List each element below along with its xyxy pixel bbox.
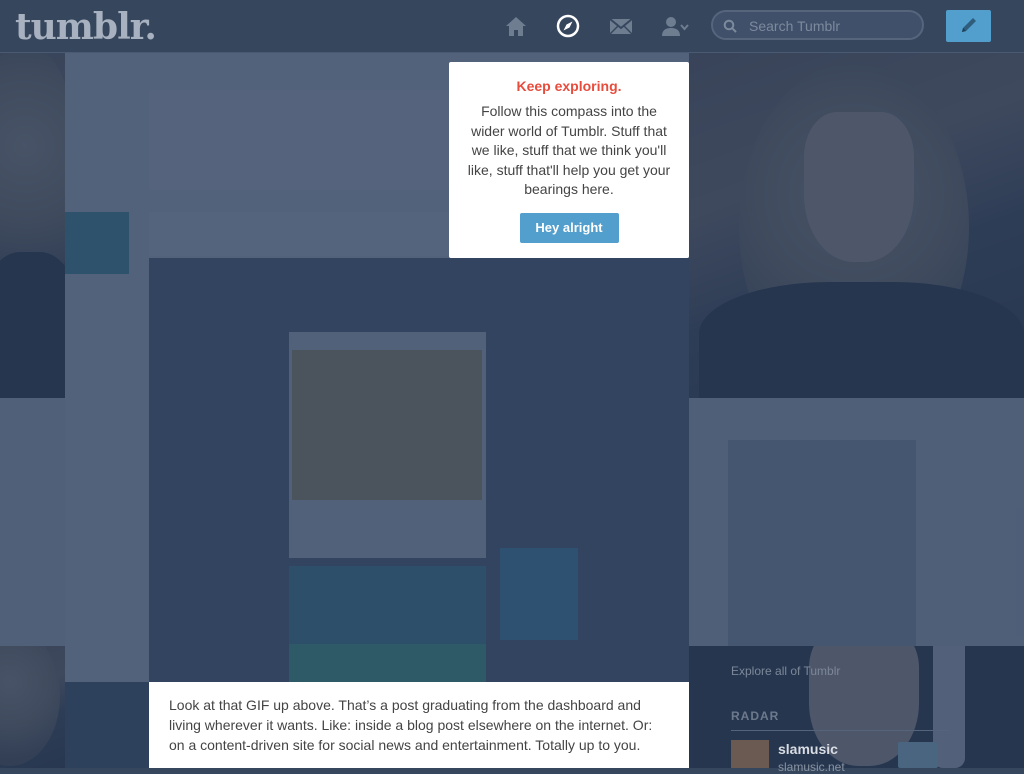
radar-divider bbox=[731, 730, 949, 731]
background-gif-green bbox=[289, 644, 486, 682]
background-post-image bbox=[292, 350, 482, 500]
background-photo-right bbox=[689, 52, 1024, 398]
account-icon[interactable] bbox=[660, 12, 690, 40]
background-code-tile bbox=[65, 212, 129, 274]
background-list-panel bbox=[728, 440, 916, 646]
radar-blog-name[interactable]: slamusic bbox=[778, 741, 838, 757]
background-photo-left-bottom bbox=[0, 646, 65, 768]
mail-icon[interactable] bbox=[607, 12, 635, 40]
explore-tooltip-popover: Keep exploring. Follow this compass into… bbox=[449, 62, 689, 258]
tumblr-logo[interactable]: tumblr. bbox=[15, 6, 157, 48]
background-theme-card bbox=[149, 90, 449, 190]
top-navigation-bar: tumblr. bbox=[0, 0, 1024, 53]
search-box[interactable] bbox=[711, 10, 924, 40]
radar-blog-url[interactable]: slamusic.net bbox=[778, 760, 845, 774]
background-side-card bbox=[500, 548, 578, 640]
radar-avatar[interactable] bbox=[731, 740, 769, 768]
popover-title: Keep exploring. bbox=[516, 78, 622, 94]
radar-heading: RADAR bbox=[731, 709, 780, 723]
hey-alright-button[interactable]: Hey alright bbox=[519, 212, 619, 243]
home-icon[interactable] bbox=[502, 12, 530, 40]
popover-body: Follow this compass into the wider world… bbox=[467, 103, 671, 197]
radar-follow-icon[interactable] bbox=[898, 742, 938, 768]
compose-post-button[interactable] bbox=[946, 10, 991, 42]
compass-icon[interactable] bbox=[554, 12, 582, 40]
article-paragraph: Look at that GIF up above. That’s a post… bbox=[169, 697, 653, 753]
background-photo-left bbox=[0, 52, 65, 398]
explore-all-link[interactable]: Explore all of Tumblr bbox=[731, 664, 840, 678]
pencil-icon bbox=[958, 16, 980, 41]
background-toolbar bbox=[149, 212, 449, 256]
search-icon bbox=[723, 19, 737, 38]
search-input[interactable] bbox=[747, 16, 921, 36]
background-panel-left bbox=[0, 398, 65, 646]
article-panel: Look at that GIF up above. That’s a post… bbox=[149, 682, 689, 768]
